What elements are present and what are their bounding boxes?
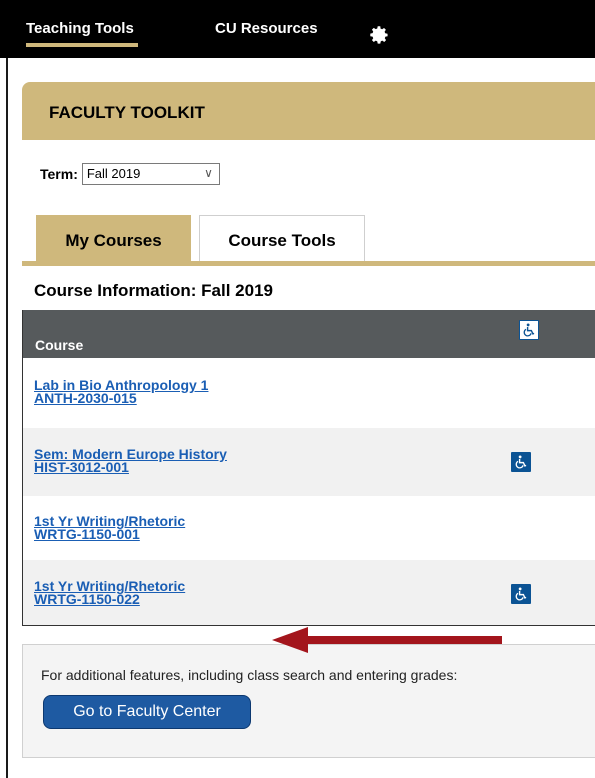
course-table: Course Lab in Bio Anthropology 1 ANTH-20… [22, 310, 595, 626]
term-selector: Term: Fall 2019 ∨ [40, 163, 220, 185]
wheelchair-icon [511, 584, 531, 604]
term-label: Term: [40, 166, 78, 182]
course-info-title: Course Information: Fall 2019 [34, 281, 273, 300]
course-code-link[interactable]: ANTH-2030-015 [34, 391, 137, 405]
tab-my-courses-label: My Courses [65, 231, 162, 250]
term-select-value: Fall 2019 [86, 166, 141, 181]
go-to-faculty-center-button[interactable]: Go to Faculty Center [43, 695, 251, 729]
toolkit-header: FACULTY TOOLKIT [22, 82, 595, 140]
tab-underline [22, 261, 595, 266]
arrow-left-icon [272, 627, 502, 653]
tab-course-tools-label: Course Tools [228, 231, 336, 250]
course-column-header: Course [35, 337, 84, 353]
wheelchair-icon [519, 320, 539, 340]
table-row: 1st Yr Writing/Rhetoric WRTG-1150-001 [23, 496, 595, 560]
table-row: Sem: Modern Europe History HIST-3012-001 [23, 428, 595, 496]
course-code-link[interactable]: WRTG-1150-022 [34, 592, 140, 606]
table-header: Course [23, 310, 595, 358]
tab-my-courses[interactable]: My Courses [36, 215, 191, 263]
tab-cu-resources[interactable]: CU Resources [215, 20, 318, 37]
faculty-center-info: For additional features, including class… [22, 644, 595, 758]
wheelchair-icon [511, 452, 531, 472]
term-select[interactable]: Fall 2019 ∨ [81, 163, 220, 185]
gear-icon[interactable] [368, 24, 390, 46]
toolkit-title: FACULTY TOOLKIT [49, 103, 205, 122]
course-code-link[interactable]: HIST-3012-001 [34, 460, 129, 474]
tab-teaching-tools[interactable]: Teaching Tools [26, 20, 138, 47]
tab-course-tools[interactable]: Course Tools [199, 215, 365, 263]
top-navigation: Teaching Tools CU Resources [0, 0, 595, 58]
faculty-toolkit-panel: FACULTY TOOLKIT Term: Fall 2019 ∨ My Cou… [6, 58, 595, 778]
table-row: 1st Yr Writing/Rhetoric WRTG-1150-022 [23, 560, 595, 625]
chevron-down-icon: ∨ [204, 166, 213, 180]
course-code-link[interactable]: WRTG-1150-001 [34, 527, 140, 541]
table-row: Lab in Bio Anthropology 1 ANTH-2030-015 [23, 358, 595, 428]
faculty-center-text: For additional features, including class… [41, 667, 458, 683]
